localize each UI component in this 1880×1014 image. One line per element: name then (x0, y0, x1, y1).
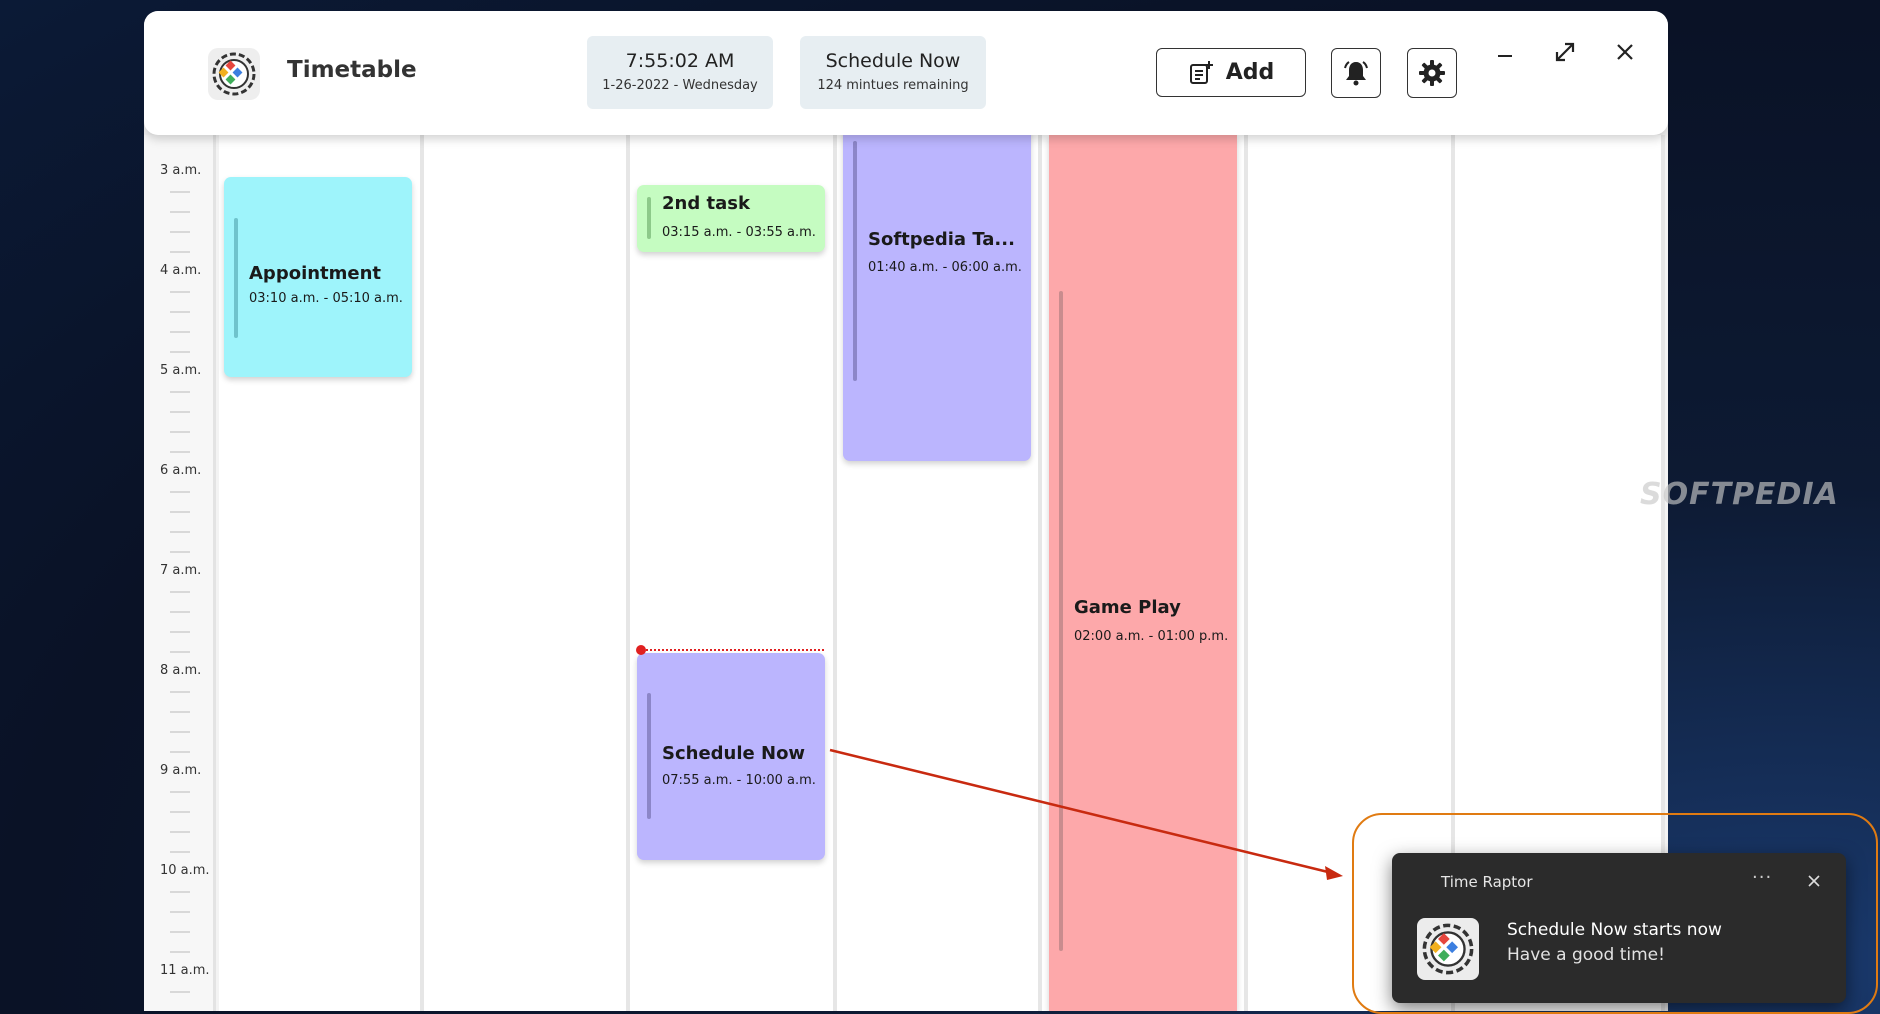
minute-tick (170, 931, 190, 933)
current-time: 7:55:02 AM (625, 50, 735, 72)
app-logo (208, 48, 260, 100)
notification-body: Have a good time! (1507, 945, 1665, 965)
event-schedule-now[interactable]: Schedule Now 07:55 a.m. - 10:00 a.m. (637, 653, 825, 860)
add-button-label: Add (1225, 60, 1275, 85)
event-game-play[interactable]: Game Play 02:00 a.m. - 01:00 p.m. (1049, 135, 1237, 1011)
time-axis: 3 a.m. 4 a.m. 5 a.m. 6 a.m. 7 a.m. 8 a.m… (144, 135, 216, 1011)
minute-tick (170, 851, 190, 853)
minute-tick (170, 691, 190, 693)
minute-tick (170, 951, 190, 953)
current-event-remaining: 124 mintues remaining (817, 78, 969, 93)
add-button[interactable]: Add (1156, 48, 1306, 97)
event-time: 02:00 a.m. - 01:00 p.m. (1074, 629, 1229, 644)
watermark: SOFTPEDIA (1640, 477, 1839, 512)
notification-app-icon (1417, 918, 1479, 980)
gear-icon (1419, 60, 1445, 86)
event-softpedia-task[interactable]: Softpedia Ta... 01:40 a.m. - 06:00 a.m. (843, 121, 1031, 461)
maximize-icon (1555, 42, 1575, 62)
minute-tick (170, 231, 190, 233)
notification-app-name: Time Raptor (1441, 873, 1533, 891)
minute-tick (170, 351, 190, 353)
minute-tick (170, 331, 190, 333)
hour-label: 8 a.m. (160, 663, 202, 678)
minute-tick (170, 551, 190, 553)
event-title: Appointment (249, 263, 382, 284)
event-time: 03:10 a.m. - 05:10 a.m. (249, 291, 403, 306)
minute-tick (170, 251, 190, 253)
event-2nd-task[interactable]: 2nd task 03:15 a.m. - 03:55 a.m. (637, 185, 825, 252)
minute-tick (170, 911, 190, 913)
hour-label: 7 a.m. (160, 563, 202, 578)
minute-tick (170, 791, 190, 793)
app-logo-icon (1422, 923, 1474, 975)
minute-tick (170, 991, 190, 993)
clock-chip: 7:55:02 AM 1-26-2022 - Wednesday (587, 36, 773, 109)
notification-toast[interactable]: Time Raptor ··· Schedule Now starts now … (1392, 853, 1846, 1003)
event-time: 01:40 a.m. - 06:00 a.m. (868, 260, 1022, 275)
day-column[interactable] (630, 135, 837, 1011)
minute-tick (170, 191, 190, 193)
app-title: Timetable (287, 57, 417, 83)
hour-label: 5 a.m. (160, 363, 202, 378)
bell-icon (1344, 61, 1368, 86)
current-event-title: Schedule Now (825, 50, 961, 72)
app-header: Timetable 7:55:02 AM 1-26-2022 - Wednesd… (144, 11, 1668, 135)
close-button[interactable] (1610, 37, 1640, 67)
minute-tick (170, 531, 190, 533)
notification-title: Schedule Now starts now (1507, 920, 1722, 940)
minimize-button[interactable] (1490, 37, 1520, 67)
minute-tick (170, 431, 190, 433)
event-time: 03:15 a.m. - 03:55 a.m. (662, 225, 816, 240)
minute-tick (170, 651, 190, 653)
hour-label: 11 a.m. (160, 963, 210, 978)
close-icon (1808, 875, 1820, 887)
minute-tick (170, 311, 190, 313)
event-title: Softpedia Ta... (868, 229, 1015, 250)
add-note-icon (1189, 60, 1213, 84)
minute-tick (170, 291, 190, 293)
event-title: Schedule Now (662, 743, 806, 764)
event-title: 2nd task (662, 193, 750, 214)
current-time-line (641, 649, 824, 651)
minute-tick (170, 731, 190, 733)
hour-label: 10 a.m. (160, 863, 210, 878)
minute-tick (170, 511, 190, 513)
event-title: Game Play (1074, 597, 1181, 618)
minute-tick (170, 831, 190, 833)
minute-tick (170, 411, 190, 413)
minute-tick (170, 631, 190, 633)
current-event-chip: Schedule Now 124 mintues remaining (800, 36, 986, 109)
minute-tick (170, 891, 190, 893)
minute-tick (170, 711, 190, 713)
event-appointment[interactable]: Appointment 03:10 a.m. - 05:10 a.m. (224, 177, 412, 377)
minute-tick (170, 751, 190, 753)
minute-tick (170, 451, 190, 453)
maximize-button[interactable] (1550, 37, 1580, 67)
hour-label: 3 a.m. (160, 163, 202, 178)
notifications-button[interactable] (1331, 48, 1381, 98)
app-logo-icon (212, 52, 256, 96)
minute-tick (170, 391, 190, 393)
event-time: 07:55 a.m. - 10:00 a.m. (662, 773, 816, 788)
minute-tick (170, 811, 190, 813)
hour-label: 6 a.m. (160, 463, 202, 478)
minimize-icon (1498, 55, 1512, 57)
more-options-icon[interactable]: ··· (1752, 867, 1772, 888)
hour-label: 9 a.m. (160, 763, 202, 778)
minute-tick (170, 491, 190, 493)
minute-tick (170, 211, 190, 213)
current-time-dot (636, 645, 646, 655)
settings-button[interactable] (1407, 48, 1457, 98)
close-icon (1617, 44, 1633, 60)
minute-tick (170, 611, 190, 613)
notification-close-button[interactable] (1803, 870, 1825, 892)
minute-tick (170, 591, 190, 593)
current-date: 1-26-2022 - Wednesday (602, 78, 758, 93)
day-column[interactable] (424, 135, 630, 1011)
hour-label: 4 a.m. (160, 263, 202, 278)
